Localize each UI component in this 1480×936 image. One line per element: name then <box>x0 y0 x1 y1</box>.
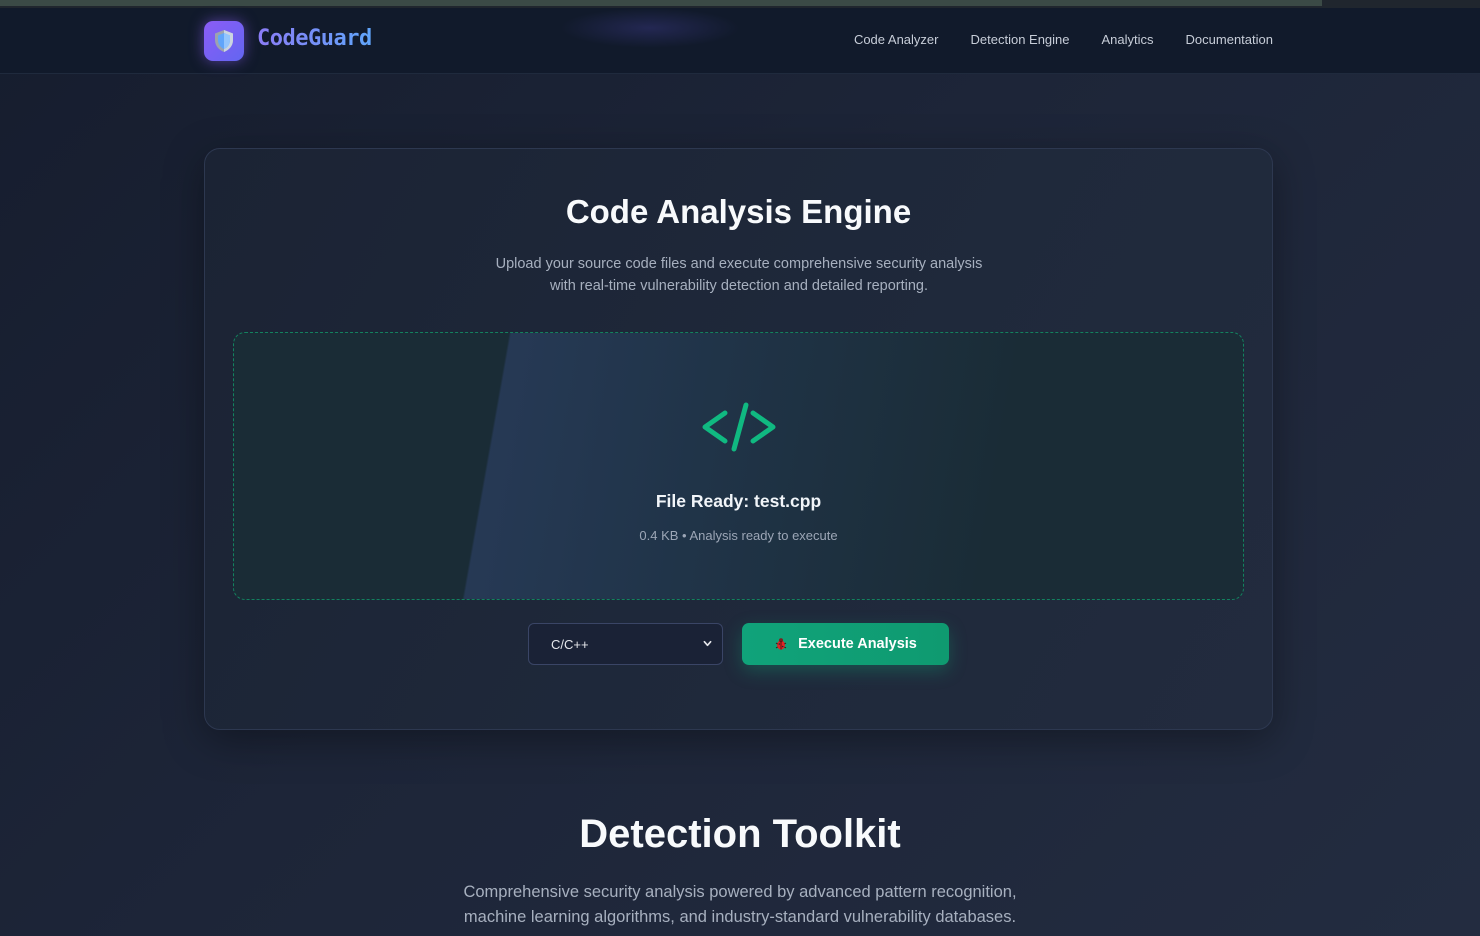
file-ready-title: File Ready: test.cpp <box>655 491 822 511</box>
language-select[interactable]: C/C++ <box>528 623 723 665</box>
nav-link-code-analyzer[interactable]: Code Analyzer <box>854 32 939 47</box>
shield-icon <box>215 30 233 52</box>
analysis-card: Code Analysis Engine Upload your source … <box>204 148 1273 730</box>
execute-analysis-button[interactable]: Execute Analysis <box>742 623 949 665</box>
brand-logo[interactable] <box>204 21 244 61</box>
code-icon <box>702 402 776 452</box>
top-navbar: CodeGuard Code Analyzer Detection Engine… <box>0 8 1480 74</box>
nav-glow <box>560 8 740 48</box>
page: CodeGuard Code Analyzer Detection Engine… <box>0 0 1480 936</box>
nav-link-documentation[interactable]: Documentation <box>1186 32 1273 47</box>
execute-analysis-label: Execute Analysis <box>798 636 917 652</box>
chevron-down-icon <box>703 640 712 647</box>
toolkit-title: Detection Toolkit <box>579 812 901 856</box>
horizontal-scrollbar[interactable] <box>0 0 1480 8</box>
bug-icon <box>775 638 787 650</box>
analysis-title: Code Analysis Engine <box>565 193 912 230</box>
nav-link-detection-engine[interactable]: Detection Engine <box>971 32 1070 47</box>
nav-links: Code Analyzer Detection Engine Analytics… <box>854 32 1273 47</box>
scrollbar-thumb[interactable] <box>0 0 1322 6</box>
file-meta: 0.4 KB • Analysis ready to execute <box>639 528 838 543</box>
toolkit-subtitle: Comprehensive security analysis powered … <box>463 883 1017 926</box>
brand-name[interactable]: CodeGuard <box>257 26 372 51</box>
file-dropzone[interactable]: File Ready: test.cpp 0.4 KB • Analysis r… <box>233 332 1244 600</box>
language-select-value: C/C++ <box>551 636 589 652</box>
nav-link-analytics[interactable]: Analytics <box>1102 32 1154 47</box>
analysis-subtitle: Upload your source code files and execut… <box>495 256 983 294</box>
dropzone-highlight <box>234 333 1243 599</box>
